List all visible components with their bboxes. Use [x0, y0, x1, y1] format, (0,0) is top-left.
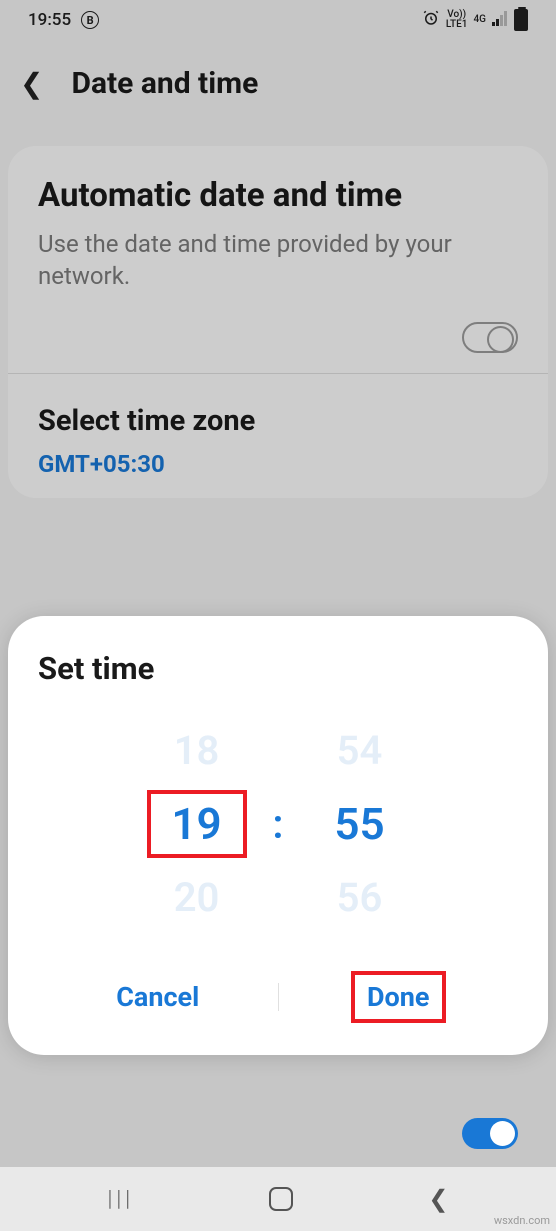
cancel-button[interactable]: Cancel	[38, 971, 278, 1023]
hour-next[interactable]: 20	[174, 874, 220, 921]
alarm-icon	[422, 9, 440, 32]
time-picker: 18 19 20 : 54 55 56	[38, 727, 518, 921]
set-time-dialog: Set time 18 19 20 : 54 55 56 Cancel Done	[8, 616, 548, 1055]
cell-icon: 4G	[474, 15, 487, 25]
dialog-actions: Cancel Done	[38, 965, 518, 1029]
home-icon[interactable]	[269, 1187, 293, 1211]
automatic-date-time-section[interactable]: Automatic date and time Use the date and…	[38, 176, 518, 353]
status-right: Vo))LTE1 4G	[422, 9, 528, 32]
status-left: 19:55 B	[28, 10, 99, 30]
badge-b-icon: B	[81, 11, 99, 29]
page-header: ❮ Date and time	[0, 54, 556, 113]
minute-picker[interactable]: 54 55 56	[311, 727, 407, 921]
page-title: Date and time	[71, 66, 258, 101]
navigation-bar: ||| ❮	[0, 1167, 556, 1231]
hidden-toggle-on[interactable]	[462, 1118, 518, 1149]
hour-selected[interactable]: 19	[149, 792, 245, 856]
cancel-label: Cancel	[116, 981, 199, 1013]
select-timezone-section[interactable]: Select time zone GMT+05:30	[38, 404, 518, 478]
settings-card: Automatic date and time Use the date and…	[8, 146, 548, 498]
timezone-value: GMT+05:30	[38, 450, 518, 478]
auto-date-subtitle: Use the date and time provided by your n…	[38, 228, 518, 293]
auto-date-title: Automatic date and time	[38, 176, 518, 216]
status-bar: 19:55 B Vo))LTE1 4G	[0, 0, 556, 40]
battery-icon	[514, 9, 528, 31]
auto-date-toggle[interactable]	[462, 322, 518, 353]
minute-selected[interactable]: 55	[311, 792, 407, 856]
back-icon[interactable]: ❮	[20, 67, 43, 100]
divider	[8, 373, 548, 374]
hour-picker[interactable]: 18 19 20	[149, 727, 245, 921]
nav-back-icon[interactable]: ❮	[428, 1185, 448, 1213]
done-button[interactable]: Done	[279, 965, 519, 1029]
recents-icon[interactable]: |||	[108, 1187, 135, 1212]
dialog-title: Set time	[38, 650, 518, 687]
done-label: Done	[355, 975, 442, 1019]
time-colon: :	[273, 801, 284, 848]
volte-icon: Vo))LTE1	[446, 10, 468, 30]
timezone-label: Select time zone	[38, 404, 518, 438]
minute-prev[interactable]: 54	[337, 727, 383, 774]
signal-icon	[492, 10, 508, 31]
status-time: 19:55	[28, 10, 71, 30]
hour-prev[interactable]: 18	[174, 727, 220, 774]
watermark: wsxdn.com	[494, 1214, 550, 1227]
minute-next[interactable]: 56	[337, 874, 383, 921]
